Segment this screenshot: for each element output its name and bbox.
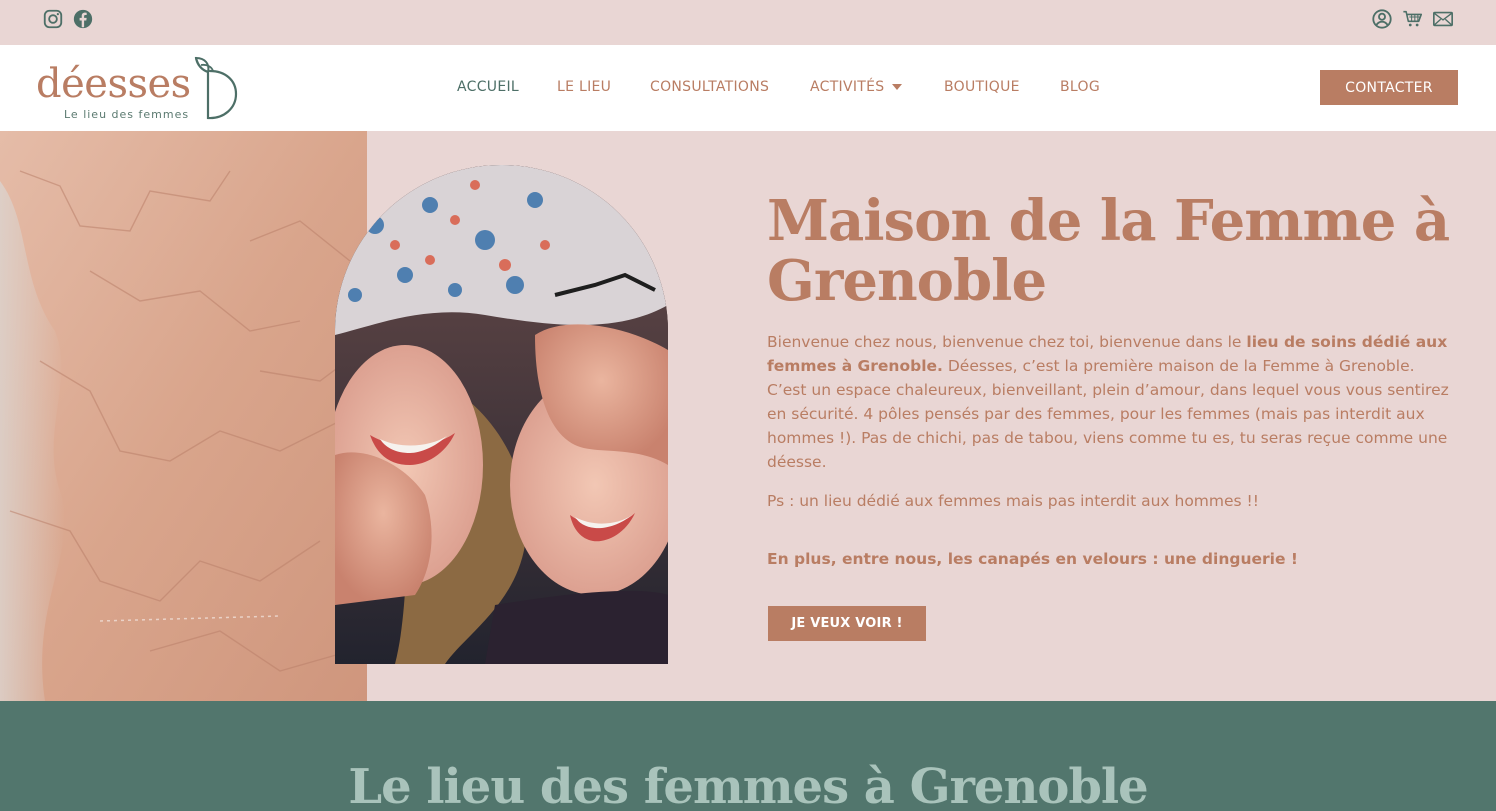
brand-tagline: Le lieu des femmes — [64, 108, 190, 121]
goddess-logo-icon — [194, 56, 238, 120]
nav-item-boutique[interactable]: BOUTIQUE — [944, 79, 1020, 95]
cart-icon[interactable] — [1402, 8, 1424, 30]
caret-down-icon — [892, 84, 903, 90]
hero-title: Maison de la Femme à Grenoble — [767, 188, 1450, 314]
hero-intro-text-a: Bienvenue chez nous, bienvenue chez toi,… — [767, 333, 1247, 351]
two-women-photo-image — [335, 165, 668, 664]
account-icon[interactable] — [1371, 8, 1393, 30]
main-navigation: déesses Le lieu des femmes ACCUEIL LE LI… — [0, 45, 1496, 131]
see-more-button[interactable]: JE VEUX VOIR ! — [768, 606, 926, 641]
nav-item-le-lieu[interactable]: LE LIEU — [557, 79, 611, 95]
facebook-icon[interactable] — [72, 8, 94, 30]
nav-item-consultations[interactable]: CONSULTATIONS — [650, 79, 769, 95]
mail-icon[interactable] — [1432, 8, 1454, 30]
nav-item-blog[interactable]: BLOG — [1060, 79, 1100, 95]
hero-section: Maison de la Femme à Grenoble Bienvenue … — [0, 131, 1496, 701]
nav-item-activites[interactable]: ACTIVITÉS — [810, 79, 903, 95]
brand-logo[interactable]: déesses Le lieu des femmes — [36, 55, 246, 125]
place-section: Le lieu des femmes à Grenoble — [0, 701, 1496, 811]
brand-name: déesses — [36, 61, 191, 107]
top-bar — [0, 0, 1496, 45]
stone-texture-image — [0, 131, 367, 701]
hero-photo — [335, 165, 668, 664]
section-title: Le lieu des femmes à Grenoble — [348, 759, 1148, 811]
nav-item-activites-label: ACTIVITÉS — [810, 79, 885, 95]
hero-ps-paragraph: Ps : un lieu dédié aux femmes mais pas i… — [767, 492, 1259, 510]
hero-sofa-paragraph: En plus, entre nous, les canapés en velo… — [767, 550, 1298, 568]
instagram-icon[interactable] — [42, 8, 64, 30]
hero-intro-paragraph: Bienvenue chez nous, bienvenue chez toi,… — [767, 330, 1457, 474]
nav-item-accueil[interactable]: ACCUEIL — [457, 79, 519, 95]
contact-button[interactable]: CONTACTER — [1320, 70, 1458, 105]
